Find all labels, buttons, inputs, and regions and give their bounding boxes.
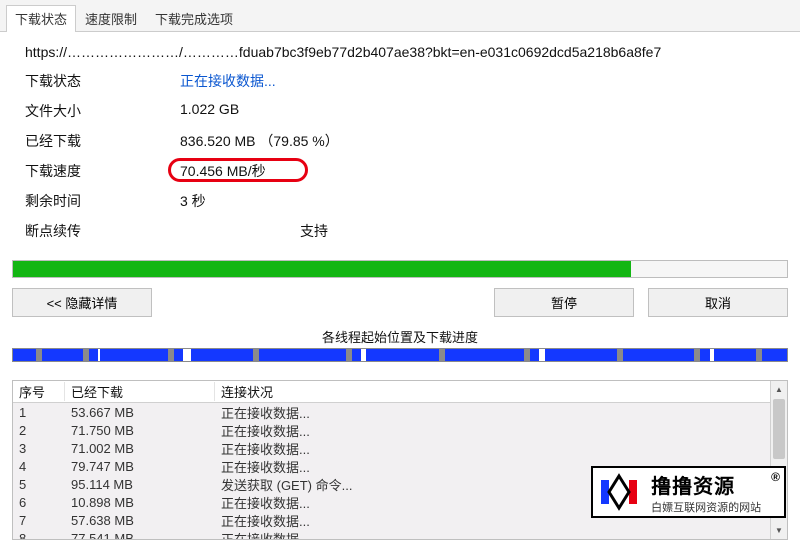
cell-status: 正在接收数据... (215, 439, 770, 458)
value-remaining-time: 3 秒 (180, 191, 206, 211)
table-header: 序号 已经下载 连接状况 (13, 381, 770, 403)
label-resume-support: 断点续传 (25, 221, 180, 241)
tab-complete-options[interactable]: 下载完成选项 (146, 5, 242, 32)
label-file-size: 文件大小 (25, 101, 180, 121)
col-status[interactable]: 连接状况 (215, 382, 770, 401)
cell-index: 4 (13, 459, 65, 474)
progress-bar (12, 260, 788, 278)
cancel-button[interactable]: 取消 (648, 288, 788, 317)
col-index[interactable]: 序号 (13, 382, 65, 401)
watermark-subtitle: 白嫖互联网资源的网站 (651, 499, 761, 515)
table-row[interactable]: 153.667 MB正在接收数据... (13, 403, 770, 421)
value-downloaded: 836.520 MB （79.85 %） (180, 131, 339, 151)
cell-downloaded: 95.114 MB (65, 477, 215, 492)
scroll-up-icon[interactable]: ▲ (771, 381, 787, 398)
cell-downloaded: 71.002 MB (65, 441, 215, 456)
scroll-thumb[interactable] (773, 399, 785, 459)
cell-downloaded: 77.541 MB (65, 531, 215, 540)
label-downloaded: 已经下载 (25, 131, 180, 151)
progress-fill (13, 261, 631, 277)
cell-index: 1 (13, 405, 65, 420)
cell-downloaded: 10.898 MB (65, 495, 215, 510)
download-url: https://……………………/…………fduab7bc3f9eb77d2b4… (0, 32, 800, 66)
value-file-size: 1.022 GB (180, 101, 239, 121)
cell-index: 7 (13, 513, 65, 528)
thread-strip-title: 各线程起始位置及下载进度 (0, 327, 800, 346)
value-download-speed: 70.456 MB/秒 (180, 161, 266, 181)
cell-downloaded: 79.747 MB (65, 459, 215, 474)
cell-status: 正在接收数据... (215, 421, 770, 440)
tab-download-status[interactable]: 下载状态 (6, 5, 76, 32)
cell-index: 2 (13, 423, 65, 438)
table-row[interactable]: 877.541 MB正在接收数据 (13, 529, 770, 539)
watermark-logo-icon (593, 468, 645, 516)
tab-bar: 下载状态 速度限制 下载完成选项 (0, 0, 800, 32)
label-download-speed: 下载速度 (25, 161, 180, 181)
cell-index: 6 (13, 495, 65, 510)
pause-button[interactable]: 暂停 (494, 288, 634, 317)
cell-status: 正在接收数据... (215, 403, 770, 422)
cell-status: 正在接收数据 (215, 529, 770, 540)
value-download-status: 正在接收数据... (180, 71, 276, 91)
cell-downloaded: 57.638 MB (65, 513, 215, 528)
download-info: 下载状态 正在接收数据... 文件大小 1.022 GB 已经下载 836.52… (0, 66, 800, 256)
scroll-down-icon[interactable]: ▼ (771, 522, 787, 539)
cell-index: 5 (13, 477, 65, 492)
watermark-title: 撸撸资源 (651, 470, 761, 499)
cell-index: 8 (13, 531, 65, 540)
label-remaining-time: 剩余时间 (25, 191, 180, 211)
cell-downloaded: 71.750 MB (65, 423, 215, 438)
value-resume-support: 支持 (180, 221, 328, 241)
table-row[interactable]: 371.002 MB正在接收数据... (13, 439, 770, 457)
label-download-status: 下载状态 (25, 71, 180, 91)
cell-index: 3 (13, 441, 65, 456)
registered-mark-icon: ® (771, 468, 784, 516)
thread-strip (12, 348, 788, 362)
watermark-badge: 撸撸资源 白嫖互联网资源的网站 ® (591, 466, 786, 518)
cell-downloaded: 53.667 MB (65, 405, 215, 420)
tab-speed-limit[interactable]: 速度限制 (76, 5, 146, 32)
button-row: << 隐藏详情 暂停 取消 (0, 278, 800, 323)
speed-text: 70.456 MB/秒 (180, 163, 266, 179)
hide-details-button[interactable]: << 隐藏详情 (12, 288, 152, 317)
col-downloaded[interactable]: 已经下载 (65, 382, 215, 401)
table-row[interactable]: 271.750 MB正在接收数据... (13, 421, 770, 439)
